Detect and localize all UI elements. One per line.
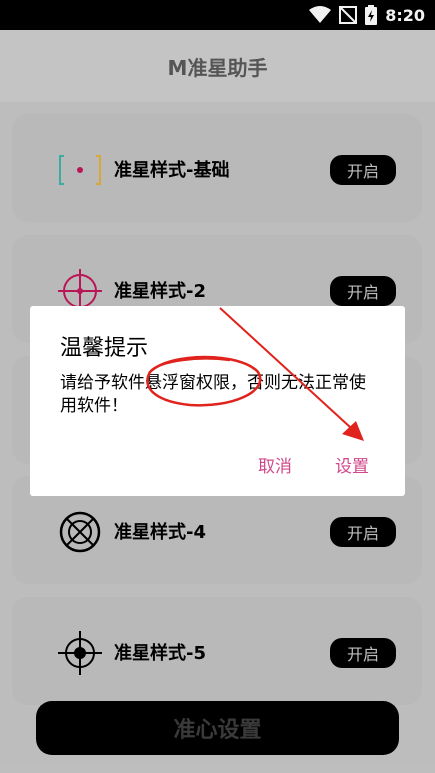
cancel-button[interactable]: 取消	[258, 452, 292, 477]
dialog-message: 请给予软件悬浮窗权限，否则无法正常使用软件！	[60, 373, 366, 416]
settings-button[interactable]: 设置	[335, 452, 369, 477]
dialog-title: 温馨提示	[60, 336, 149, 361]
permission-dialog: 温馨提示 请给予软件悬浮窗权限，否则无法正常使用软件！ 取消 设置	[30, 306, 405, 496]
